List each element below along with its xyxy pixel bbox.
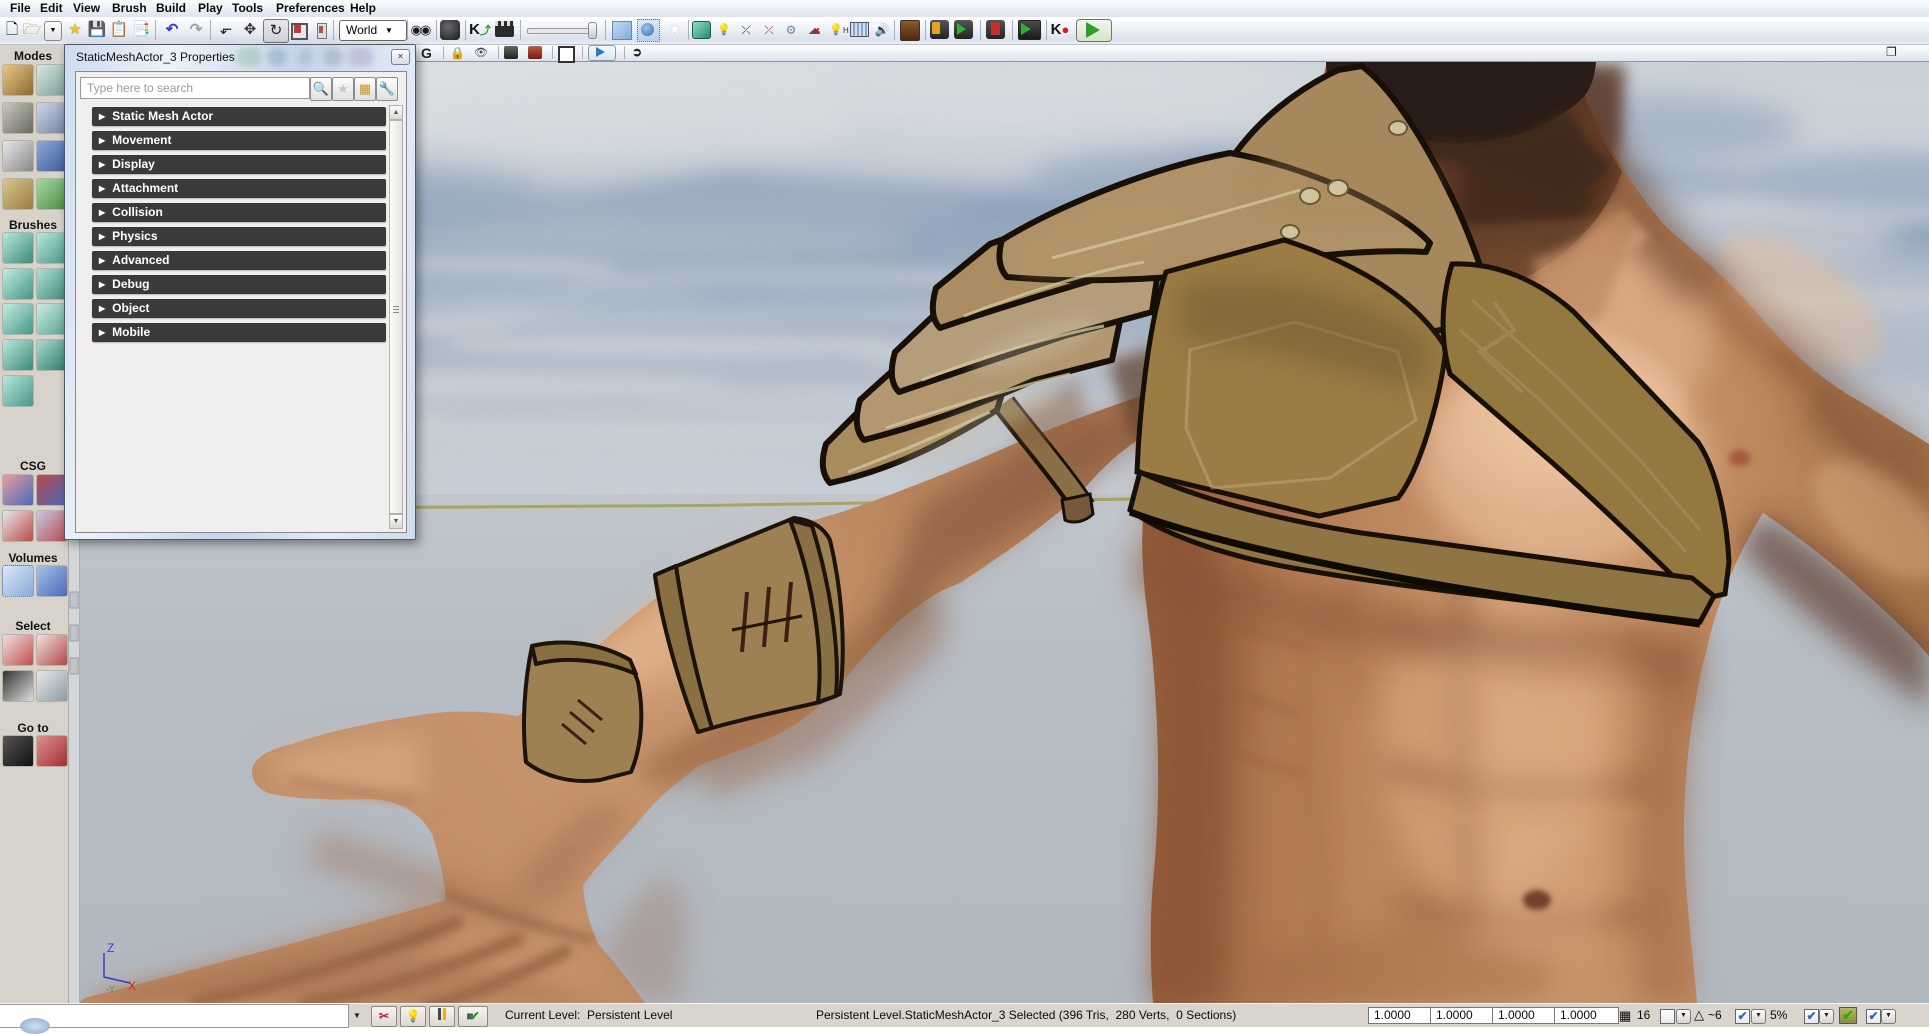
svg-text:Z: Z <box>107 941 114 955</box>
svg-text:X: X <box>128 979 136 993</box>
svg-text:-Y: -Y <box>106 984 115 994</box>
